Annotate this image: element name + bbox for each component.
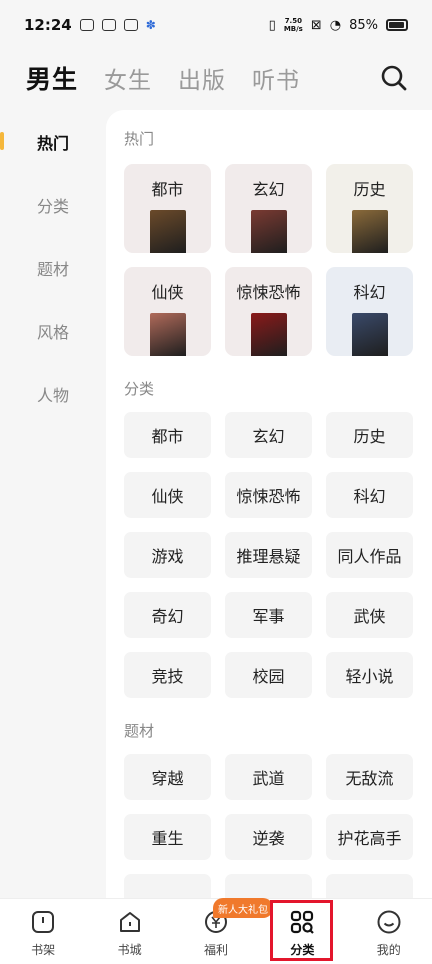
- tab-female[interactable]: 女生: [104, 61, 152, 95]
- category-section-title: 分类: [124, 380, 155, 398]
- theme-section-title: 题材: [124, 722, 155, 740]
- theme-tag-partial[interactable]: [124, 874, 211, 898]
- category-tag[interactable]: 历史: [326, 412, 413, 458]
- category-tag[interactable]: 科幻: [326, 472, 413, 518]
- category-grid: 都市 玄幻 历史 仙侠 惊悚恐怖 科幻 游戏 推理悬疑 同人作品 奇幻 军事 武…: [124, 412, 432, 698]
- category-tag[interactable]: 竞技: [124, 652, 211, 698]
- theme-tag[interactable]: 穿越: [124, 754, 211, 800]
- gift-badge[interactable]: 新人大礼包: [213, 898, 273, 918]
- book-cover-image: [250, 210, 287, 253]
- theme-tag-partial[interactable]: [326, 874, 413, 898]
- hot-card[interactable]: 历史: [326, 164, 413, 253]
- theme-tag[interactable]: 重生: [124, 814, 211, 860]
- category-tag[interactable]: 同人作品: [326, 532, 413, 578]
- battery-icon: [386, 19, 408, 31]
- book-cover-image: [149, 313, 186, 356]
- book-cover-image: [250, 313, 287, 356]
- net-speed-value: 7.50: [284, 17, 302, 25]
- left-nav-theme[interactable]: 题材: [0, 236, 106, 299]
- theme-tag[interactable]: 逆袭: [225, 814, 312, 860]
- hot-section-title: 热门: [124, 130, 155, 148]
- app-notification-icon: [101, 19, 116, 31]
- category-tag[interactable]: 奇幻: [124, 592, 211, 638]
- status-time: 12:24: [24, 16, 72, 34]
- theme-grid: 穿越 武道 无敌流 重生 逆袭 护花高手: [124, 754, 432, 898]
- battery-percent: 85%: [349, 17, 378, 33]
- tab-bookstore[interactable]: 书城: [87, 899, 173, 958]
- hot-card-label: 惊悚恐怖: [236, 283, 301, 302]
- top-tabs: 男生 女生 出版 听书: [0, 52, 432, 104]
- hot-card[interactable]: 玄幻: [225, 164, 312, 253]
- tab-welfare-label: 福利: [203, 943, 228, 957]
- hot-card-label: 科幻: [353, 283, 386, 302]
- left-nav-style[interactable]: 风格: [0, 299, 106, 362]
- hot-card-label: 玄幻: [252, 180, 285, 199]
- tab-bookstore-label: 书城: [117, 943, 142, 957]
- category-tag[interactable]: 都市: [124, 412, 211, 458]
- tab-profile[interactable]: 我的: [346, 899, 432, 958]
- notification-icon: [79, 19, 94, 31]
- hot-card[interactable]: 仙侠: [124, 267, 211, 356]
- bookshelf-icon: [32, 911, 55, 933]
- category-tag[interactable]: 玄幻: [225, 412, 312, 458]
- net-speed: 7.50 MB/s: [284, 17, 303, 33]
- theme-tag[interactable]: 武道: [225, 754, 312, 800]
- left-nav-character[interactable]: 人物: [0, 362, 106, 425]
- status-left: 12:24 ✽: [24, 16, 156, 34]
- net-speed-unit: MB/s: [283, 25, 303, 33]
- status-bar: 12:24 ✽ ▯ 7.50 MB/s ⊠ ◔ 85%: [0, 0, 432, 50]
- category-tag[interactable]: 惊悚恐怖: [225, 472, 312, 518]
- tab-male[interactable]: 男生: [26, 60, 78, 96]
- category-tag[interactable]: 仙侠: [124, 472, 211, 518]
- theme-tag-partial[interactable]: [225, 874, 312, 898]
- app-badge-icon: ✽: [145, 18, 156, 32]
- bookstore-icon: [119, 912, 140, 932]
- tab-profile-label: 我的: [376, 943, 401, 957]
- category-tag[interactable]: 轻小说: [326, 652, 413, 698]
- tab-bookshelf[interactable]: 书架: [0, 899, 86, 958]
- sim-icon: ⊠: [310, 17, 322, 33]
- message-icon: [123, 19, 138, 31]
- hot-card[interactable]: 科幻: [326, 267, 413, 356]
- tab-publish[interactable]: 出版: [178, 61, 226, 95]
- hot-card[interactable]: 都市: [124, 164, 211, 253]
- theme-tag[interactable]: 护花高手: [326, 814, 413, 860]
- hot-grid: 都市 玄幻 历史 仙侠 惊悚恐怖 科幻: [124, 164, 432, 356]
- search-icon[interactable]: [380, 64, 408, 92]
- category-tag[interactable]: 校园: [225, 652, 312, 698]
- status-right: ▯ 7.50 MB/s ⊠ ◔ 85%: [269, 17, 408, 33]
- category-tag[interactable]: 军事: [225, 592, 312, 638]
- vibrate-icon: ▯: [268, 17, 276, 33]
- book-cover-image: [351, 313, 388, 356]
- book-cover-image: [351, 210, 388, 253]
- category-tag[interactable]: 游戏: [124, 532, 211, 578]
- hot-card[interactable]: 惊悚恐怖: [225, 267, 312, 356]
- content-panel: 热门 都市 玄幻 历史 仙侠 惊悚恐怖 科幻 分类 都市 玄幻 历史 仙侠 惊悚…: [106, 110, 432, 898]
- theme-tag[interactable]: 无敌流: [326, 754, 413, 800]
- left-nav-category[interactable]: 分类: [0, 173, 106, 236]
- tab-bookshelf-label: 书架: [31, 943, 56, 957]
- category-tag[interactable]: 推理悬疑: [225, 532, 312, 578]
- hot-card-label: 都市: [151, 180, 184, 199]
- highlight-box: [270, 900, 333, 961]
- hot-card-label: 仙侠: [151, 283, 184, 302]
- book-cover-image: [149, 210, 186, 253]
- profile-icon: [377, 910, 401, 934]
- left-nav-hot[interactable]: 热门: [0, 110, 106, 173]
- category-tag[interactable]: 武侠: [326, 592, 413, 638]
- wifi-icon: ◔: [329, 17, 342, 33]
- left-nav: 热门 分类 题材 风格 人物: [0, 110, 106, 425]
- hot-card-label: 历史: [353, 180, 386, 199]
- tab-audio[interactable]: 听书: [252, 61, 300, 95]
